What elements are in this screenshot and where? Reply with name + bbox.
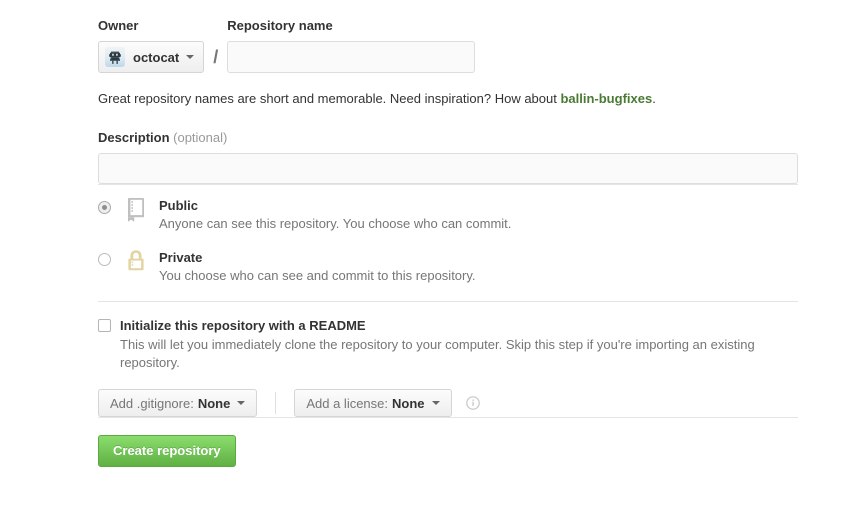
private-option-text: Private You choose who can see and commi… (159, 249, 798, 285)
readme-label[interactable]: Initialize this repository with a README (120, 317, 366, 334)
owner-dropdown[interactable]: octocat (98, 41, 205, 73)
repository-name-label: Repository name (227, 18, 333, 33)
readme-row: Initialize this repository with a README (98, 317, 798, 334)
chevron-down-icon (186, 55, 195, 59)
hint-text-before: Great repository names are short and mem… (98, 91, 561, 106)
submit-section: Create repository (98, 435, 798, 467)
divider-above-readme (98, 301, 798, 302)
create-repository-button[interactable]: Create repository (98, 435, 236, 467)
template-dropdowns-row: Add .gitignore: None Add a license: None (98, 389, 798, 417)
readme-checkbox[interactable] (98, 319, 111, 332)
gitignore-value: None (197, 395, 231, 411)
repository-name-row: Owner octocat / Repository name (98, 18, 798, 73)
visibility-option-private[interactable]: Private You choose who can see and commi… (98, 249, 798, 285)
gitignore-prefix: Add .gitignore: (110, 395, 194, 411)
description-label: Description (optional) (98, 130, 798, 146)
description-input[interactable] (98, 153, 798, 184)
license-prefix: Add a license: (306, 395, 389, 411)
public-title: Public (159, 198, 199, 213)
owner-repo-separator: / (213, 47, 219, 67)
owner-label: Owner (98, 18, 139, 33)
divider-above-submit (98, 417, 798, 418)
public-option-text: Public Anyone can see this repository. Y… (159, 197, 798, 233)
lock-icon (125, 249, 147, 275)
private-radio[interactable] (98, 253, 111, 266)
license-dropdown[interactable]: Add a license: None (294, 389, 452, 417)
gitignore-dropdown[interactable]: Add .gitignore: None (98, 389, 258, 417)
chevron-down-icon (431, 401, 440, 405)
hint-text-after: . (652, 91, 656, 106)
info-circle-icon[interactable] (465, 396, 480, 410)
visibility-options: Public Anyone can see this repository. Y… (98, 197, 798, 285)
public-description: Anyone can see this repository. You choo… (159, 216, 512, 231)
public-radio[interactable] (98, 201, 111, 214)
owner-field: Owner octocat (98, 18, 205, 73)
license-value: None (392, 395, 425, 411)
description-optional-text: (optional) (173, 130, 228, 145)
octocat-avatar-icon (105, 47, 125, 67)
repository-name-hint: Great repository names are short and mem… (98, 90, 798, 108)
repository-name-field: Repository name (227, 18, 476, 73)
description-label-text: Description (98, 130, 170, 145)
visibility-option-public[interactable]: Public Anyone can see this repository. Y… (98, 197, 798, 233)
readme-description: This will let you immediately clone the … (120, 337, 755, 370)
owner-name: octocat (133, 49, 180, 65)
divider-above-visibility (98, 184, 798, 185)
create-repository-form: Owner octocat / Repository name Great re… (98, 18, 798, 467)
create-repository-page: Owner octocat / Repository name Great re… (0, 0, 857, 506)
readme-section: Initialize this repository with a README… (98, 317, 798, 417)
private-description: You choose who can see and commit to thi… (159, 268, 476, 283)
description-field: Description (optional) (98, 130, 798, 184)
repository-name-suggestion-link[interactable]: ballin-bugfixes (560, 91, 652, 106)
chevron-down-icon (237, 401, 246, 405)
dropdown-divider (275, 392, 277, 414)
repo-book-icon (125, 197, 147, 223)
private-title: Private (159, 250, 203, 265)
repository-name-input[interactable] (227, 41, 476, 73)
